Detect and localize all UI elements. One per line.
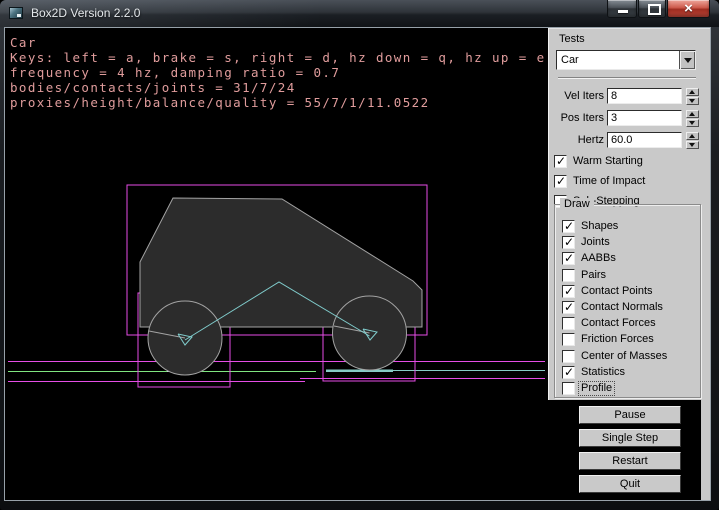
checkbox-label: Profile — [578, 381, 615, 396]
checkbox-box — [562, 382, 575, 395]
chevron-down-icon — [684, 58, 692, 63]
checkbox-shapes[interactable]: Shapes — [555, 220, 715, 234]
hud-frequency: frequency = 4 hz, damping ratio = 0.7 — [10, 65, 340, 80]
triangle-up-icon — [689, 112, 695, 116]
checkbox-label: Joints — [581, 236, 610, 249]
spinner-down-button[interactable] — [686, 119, 699, 127]
maximize-button[interactable] — [638, 0, 666, 18]
triangle-down-icon — [689, 121, 695, 125]
dropdown-button[interactable] — [679, 51, 695, 69]
checkbox-box — [562, 333, 575, 346]
tests-selected-value: Car — [561, 54, 579, 66]
single-step-button[interactable]: Single Step — [579, 429, 681, 447]
panel-right-strip — [701, 400, 710, 500]
minimize-button[interactable] — [607, 0, 637, 18]
checkbox-statistics[interactable]: Statistics — [555, 366, 715, 380]
checkbox-box — [554, 175, 567, 188]
spinner-up-button[interactable] — [686, 110, 699, 118]
checkbox-aabbs[interactable]: AABBs — [555, 252, 715, 266]
separator — [558, 77, 696, 79]
hertz-label: Hertz — [549, 134, 604, 146]
draw-group: Draw Shapes Joints AABBs Pairs — [554, 204, 701, 398]
checkbox-time-of-impact[interactable]: Time of Impact — [549, 175, 709, 189]
checkbox-label: Statistics — [581, 366, 625, 379]
hud-counts: bodies/contacts/joints = 31/7/24 — [10, 80, 296, 95]
checkbox-label: Time of Impact — [573, 175, 645, 188]
vel-iters-label: Vel Iters — [549, 90, 604, 102]
checkbox-profile[interactable]: Profile — [555, 382, 715, 396]
app-icon — [9, 7, 23, 19]
pos-iters-label: Pos Iters — [549, 112, 604, 124]
spinner-down-button[interactable] — [686, 141, 699, 149]
close-button[interactable] — [667, 0, 710, 18]
triangle-up-icon — [689, 134, 695, 138]
checkbox-box — [562, 317, 575, 330]
checkbox-contact-forces[interactable]: Contact Forces — [555, 317, 715, 331]
checkbox-pairs[interactable]: Pairs — [555, 269, 715, 283]
triangle-up-icon — [689, 90, 695, 94]
spinner-down-button[interactable] — [686, 97, 699, 105]
application-window: Box2D Version 2.2.0 — [0, 0, 719, 510]
hud-test-name: Car — [10, 35, 37, 50]
title-bar[interactable]: Box2D Version 2.2.0 — [0, 0, 719, 27]
checkbox-box — [562, 220, 575, 233]
checkbox-label: Contact Normals — [581, 301, 663, 314]
checkbox-box — [562, 252, 575, 265]
pos-iters-input[interactable] — [607, 110, 682, 126]
window-title: Box2D Version 2.2.0 — [31, 6, 140, 20]
checkbox-label: Shapes — [581, 220, 618, 233]
vel-iters-input[interactable] — [607, 88, 682, 104]
checkbox-center-of-masses[interactable]: Center of Masses — [555, 350, 715, 364]
checkbox-box — [562, 285, 575, 298]
checkbox-label: Contact Forces — [581, 317, 656, 330]
checkbox-box — [562, 301, 575, 314]
spinner-up-button[interactable] — [686, 132, 699, 140]
checkbox-label: Contact Points — [581, 285, 653, 298]
tests-dropdown[interactable]: Car — [556, 50, 696, 70]
spinner-up-button[interactable] — [686, 88, 699, 96]
hertz-spinner: Hertz — [549, 132, 701, 149]
quit-button[interactable]: Quit — [579, 475, 681, 493]
gl-canvas[interactable]: Car Keys: left = a, brake = s, right = d… — [4, 27, 711, 501]
checkbox-box — [562, 366, 575, 379]
checkbox-warm-starting[interactable]: Warm Starting — [549, 155, 709, 169]
control-panel: Tests Car Vel Iters Pos Iters — [548, 28, 710, 400]
checkbox-label: Center of Masses — [581, 350, 667, 363]
hud-keys: Keys: left = a, brake = s, right = d, hz… — [10, 50, 546, 65]
checkbox-label: Friction Forces — [581, 333, 654, 346]
checkbox-box — [562, 236, 575, 249]
checkbox-friction-forces[interactable]: Friction Forces — [555, 333, 715, 347]
triangle-down-icon — [689, 143, 695, 147]
checkbox-box — [562, 269, 575, 282]
triangle-down-icon — [689, 99, 695, 103]
pause-button[interactable]: Pause — [579, 406, 681, 424]
checkbox-box — [562, 350, 575, 363]
tests-label: Tests — [559, 33, 585, 45]
vel-iters-spinner: Vel Iters — [549, 88, 701, 105]
checkbox-contact-normals[interactable]: Contact Normals — [555, 301, 715, 315]
checkbox-label: AABBs — [581, 252, 616, 265]
checkbox-label: Pairs — [581, 269, 606, 282]
hud-quality: proxies/height/balance/quality = 55/7/1/… — [10, 95, 430, 110]
hertz-input[interactable] — [607, 132, 682, 148]
checkbox-joints[interactable]: Joints — [555, 236, 715, 250]
checkbox-contact-points[interactable]: Contact Points — [555, 285, 715, 299]
restart-button[interactable]: Restart — [579, 452, 681, 470]
pos-iters-spinner: Pos Iters — [549, 110, 701, 127]
checkbox-label: Warm Starting — [573, 155, 643, 168]
draw-group-legend: Draw — [560, 198, 594, 210]
checkbox-box — [554, 155, 567, 168]
